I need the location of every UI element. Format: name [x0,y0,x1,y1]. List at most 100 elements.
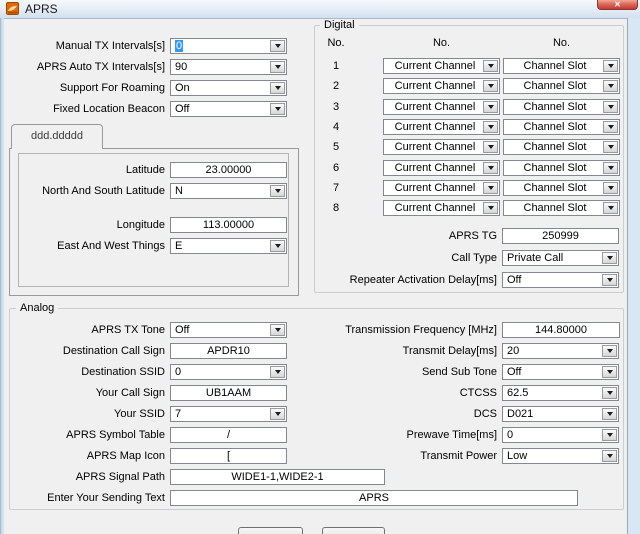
chevron-down-icon[interactable] [603,121,618,133]
your-ssid-label: Your SSID [0,408,165,420]
chevron-down-icon[interactable] [270,82,285,94]
digital-row-5-channel-combobox[interactable]: Current Channel [383,139,500,155]
chevron-down-icon[interactable] [483,141,498,153]
tab-ddd-ddddd[interactable]: ddd.ddddd [11,124,103,149]
aprs-tg-field[interactable]: 250999 [502,228,619,244]
chevron-down-icon[interactable] [603,60,618,72]
chevron-down-icon[interactable] [602,274,617,286]
aprs-auto-tx-intervals-label: APRS Auto TX Intervals[s] [0,61,165,73]
transmit-power-combobox[interactable]: Low [502,448,619,464]
combobox-value: Current Channel [388,201,482,215]
chevron-down-icon[interactable] [602,345,617,357]
aprs-tg-label: APRS TG [330,230,497,242]
digital-row-6-slot-combobox[interactable]: Channel Slot [503,160,620,176]
chevron-down-icon[interactable] [603,202,618,214]
chevron-down-icon[interactable] [602,450,617,462]
fixed-location-beacon-combobox[interactable]: Off [170,101,287,117]
chevron-down-icon[interactable] [602,252,617,264]
chevron-down-icon[interactable] [602,408,617,420]
chevron-down-icon[interactable] [602,387,617,399]
combobox-value: 0 [507,428,601,442]
ctcss-label: CTCSS [230,387,497,399]
chevron-down-icon[interactable] [483,101,498,113]
send-sub-tone-combobox[interactable]: Off [502,364,619,380]
chevron-down-icon[interactable] [483,162,498,174]
window-border-right [627,18,640,534]
combobox-value: Channel Slot [508,161,602,175]
latitude-field[interactable]: 23.00000 [170,162,287,178]
chevron-down-icon[interactable] [483,80,498,92]
chevron-down-icon[interactable] [270,185,285,197]
bottom-button-right[interactable] [322,527,385,534]
north-south-latitude-combobox[interactable]: N [170,183,287,199]
chevron-down-icon[interactable] [270,40,285,52]
bottom-button-left[interactable] [238,527,303,534]
digital-row-5-slot-combobox[interactable]: Channel Slot [503,139,620,155]
transmit-delay-combobox[interactable]: 20 [502,343,619,359]
digital-row-7-slot-combobox[interactable]: Channel Slot [503,180,620,196]
east-west-combobox[interactable]: E [170,238,287,254]
aprs-signal-path-label: APRS Signal Path [0,471,165,483]
support-for-roaming-combobox[interactable]: On [170,80,287,96]
form-row: North And South Latitude N [20,183,287,199]
chevron-down-icon[interactable] [603,141,618,153]
longitude-label: Longitude [20,219,165,231]
chevron-down-icon[interactable] [602,429,617,441]
chevron-down-icon[interactable] [603,101,618,113]
manual-tx-intervals-combobox[interactable]: 0 [170,38,287,54]
combobox-value: 62.5 [507,386,601,400]
digital-row-8-channel-combobox[interactable]: Current Channel [383,200,500,216]
transmit-power-label: Transmit Power [230,450,497,462]
chevron-down-icon[interactable] [483,60,498,72]
prewave-time-combobox[interactable]: 0 [502,427,619,443]
app-icon [6,2,19,15]
combobox-value: Channel Slot [508,120,602,134]
repeater-activation-delay-combobox[interactable]: Off [502,272,619,288]
chevron-down-icon[interactable] [603,162,618,174]
combobox-value: Channel Slot [508,59,602,73]
sending-text-label: Enter Your Sending Text [0,492,165,504]
chevron-down-icon[interactable] [270,103,285,115]
digital-row-4-channel-combobox[interactable]: Current Channel [383,119,500,135]
close-button[interactable]: ✕ [597,0,638,10]
chevron-down-icon[interactable] [602,366,617,378]
digital-row-3-channel-combobox[interactable]: Current Channel [383,99,500,115]
chevron-down-icon[interactable] [483,121,498,133]
longitude-field[interactable]: 113.00000 [170,217,287,233]
chevron-down-icon[interactable] [483,182,498,194]
digital-row-7-channel-combobox[interactable]: Current Channel [383,180,500,196]
analog-group-label: Analog [16,302,58,314]
chevron-down-icon[interactable] [270,240,285,252]
combobox-value: Current Channel [388,140,482,154]
combobox-value: Channel Slot [508,140,602,154]
title-bar[interactable]: APRS ✕ [0,0,640,19]
digital-row-1-slot-combobox[interactable]: Channel Slot [503,58,620,74]
aprs-auto-tx-intervals-combobox[interactable]: 90 [170,59,287,75]
aprs-signal-path-field[interactable]: WIDE1-1,WIDE2-1 [170,469,385,485]
digital-row-4-slot-combobox[interactable]: Channel Slot [503,119,620,135]
chevron-down-icon[interactable] [603,182,618,194]
digital-row-2-slot-combobox[interactable]: Channel Slot [503,78,620,94]
digital-row-number: 6 [320,162,352,174]
digital-row-6-channel-combobox[interactable]: Current Channel [383,160,500,176]
dcs-combobox[interactable]: D021 [502,406,619,422]
transmission-frequency-field[interactable]: 144.80000 [502,322,620,338]
sending-text-field[interactable]: APRS [170,490,578,506]
ctcss-combobox[interactable]: 62.5 [502,385,619,401]
aprs-symbol-table-label: APRS Symbol Table [0,429,165,441]
digital-row-2-channel-combobox[interactable]: Current Channel [383,78,500,94]
chevron-down-icon[interactable] [603,80,618,92]
form-row: Transmit Power Low [230,448,619,464]
digital-row-number: 3 [320,101,352,113]
combobox-value: Channel Slot [508,100,602,114]
combobox-value: Off [507,365,601,379]
support-for-roaming-label: Support For Roaming [0,82,165,94]
latitude-label: Latitude [20,164,165,176]
digital-row-number: 4 [320,121,352,133]
chevron-down-icon[interactable] [270,61,285,73]
digital-row-3-slot-combobox[interactable]: Channel Slot [503,99,620,115]
chevron-down-icon[interactable] [483,202,498,214]
digital-row-1-channel-combobox[interactable]: Current Channel [383,58,500,74]
digital-row-8-slot-combobox[interactable]: Channel Slot [503,200,620,216]
call-type-combobox[interactable]: Private Call [502,250,619,266]
